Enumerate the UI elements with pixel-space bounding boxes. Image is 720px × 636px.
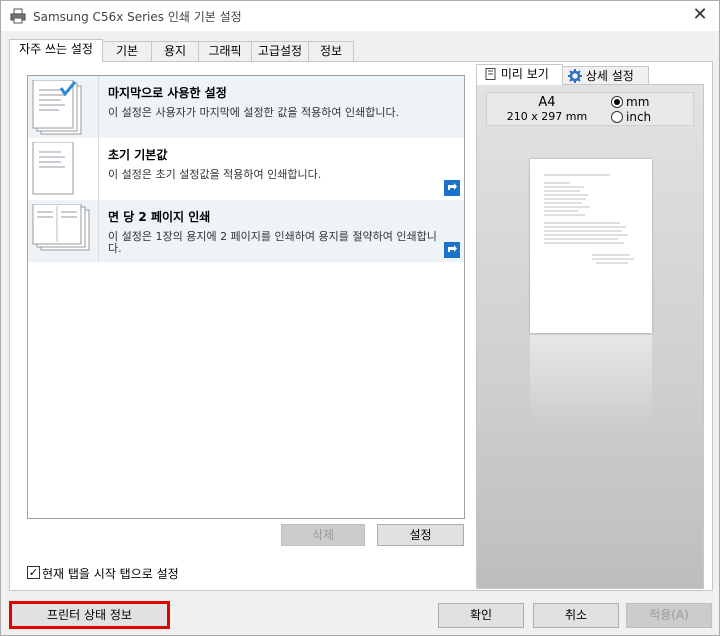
radio-unselected-icon[interactable]: [611, 111, 623, 123]
page-text-lines: [544, 174, 634, 264]
tab-basic[interactable]: 기본: [102, 41, 152, 61]
checkbox-check-icon[interactable]: ✓: [27, 566, 40, 579]
tab-preview[interactable]: 미리 보기: [476, 64, 563, 85]
item-name: 초기 기본값: [108, 148, 168, 162]
tab-graphics[interactable]: 그래픽: [198, 41, 252, 61]
cancel-button[interactable]: 취소: [533, 603, 619, 628]
radio-label: inch: [626, 110, 652, 124]
ok-button[interactable]: 확인: [438, 603, 524, 628]
item-name: 마지막으로 사용한 설정: [108, 86, 227, 100]
item-description: 이 설정은 1장의 용지에 2 페이지를 인쇄하여 용지를 절약하여 인쇄합니다…: [108, 230, 437, 255]
page-reflection: [530, 335, 652, 425]
paper-info: A4 210 x 297 mm mm inch: [486, 92, 694, 126]
radio-selected-icon[interactable]: [611, 96, 623, 108]
printer-icon: [10, 8, 26, 24]
settings-button[interactable]: 설정: [377, 524, 464, 546]
close-icon: ✕: [692, 4, 708, 25]
title-bar: Samsung C56x Series 인쇄 기본 설정 ✕: [1, 1, 719, 31]
item-separator: [98, 200, 99, 262]
checkbox-label: 현재 탭을 시작 탭으로 설정: [42, 567, 179, 581]
gear-icon: [568, 69, 582, 83]
print-preferences-window: Samsung C56x Series 인쇄 기본 설정 ✕ 자주 쓰는 설정 …: [0, 0, 720, 636]
item-name: 면 당 2 페이지 인쇄: [108, 210, 211, 224]
item-description: 이 설정은 사용자가 마지막에 설정한 값을 적용하여 인쇄합니다.: [108, 106, 400, 119]
list-item[interactable]: 초기 기본값 이 설정은 초기 설정값을 적용하여 인쇄합니다.: [28, 138, 464, 200]
item-description: 이 설정은 초기 설정값을 적용하여 인쇄합니다.: [108, 168, 322, 181]
list-item[interactable]: 마지막으로 사용한 설정 이 설정은 사용자가 마지막에 설정한 값을 적용하여…: [28, 76, 464, 138]
preview-icon: [485, 68, 496, 80]
list-item[interactable]: 면 당 2 페이지 인쇄 이 설정은 1장의 용지에 2 페이지를 인쇄하여 용…: [28, 200, 464, 262]
window-title: Samsung C56x Series 인쇄 기본 설정: [33, 10, 242, 24]
apply-arrow-icon[interactable]: [444, 242, 460, 258]
item-separator: [98, 138, 99, 200]
favorites-panel: 마지막으로 사용한 설정 이 설정은 사용자가 마지막에 설정한 값을 적용하여…: [9, 61, 713, 591]
document-icon: [32, 142, 74, 195]
page-preview: [530, 159, 652, 333]
paper-size: A4: [538, 95, 556, 110]
document-stack-icon: [32, 80, 82, 135]
preview-panel: A4 210 x 297 mm mm inch: [476, 84, 704, 589]
tab-preview-label: 미리 보기: [500, 67, 549, 81]
apply-button[interactable]: 적용(A): [626, 603, 712, 628]
favorites-list[interactable]: 마지막으로 사용한 설정 이 설정은 사용자가 마지막에 설정한 값을 적용하여…: [27, 75, 465, 519]
tab-detail-label: 상세 설정: [585, 69, 634, 83]
close-button[interactable]: ✕: [689, 5, 711, 27]
printer-status-button[interactable]: 프린터 상태 정보: [9, 601, 170, 629]
tab-favorites[interactable]: 자주 쓰는 설정: [9, 39, 103, 62]
tab-paper[interactable]: 용지: [151, 41, 199, 61]
tab-info[interactable]: 정보: [308, 41, 354, 61]
item-separator: [98, 76, 99, 138]
delete-button[interactable]: 삭제: [281, 524, 365, 546]
apply-arrow-icon[interactable]: [444, 180, 460, 196]
radio-label: mm: [626, 95, 650, 109]
tab-advanced[interactable]: 고급설정: [251, 41, 309, 61]
tab-detail-settings[interactable]: 상세 설정: [562, 66, 649, 86]
paper-dimensions: 210 x 297 mm: [506, 110, 588, 123]
two-page-icon: [32, 204, 90, 251]
